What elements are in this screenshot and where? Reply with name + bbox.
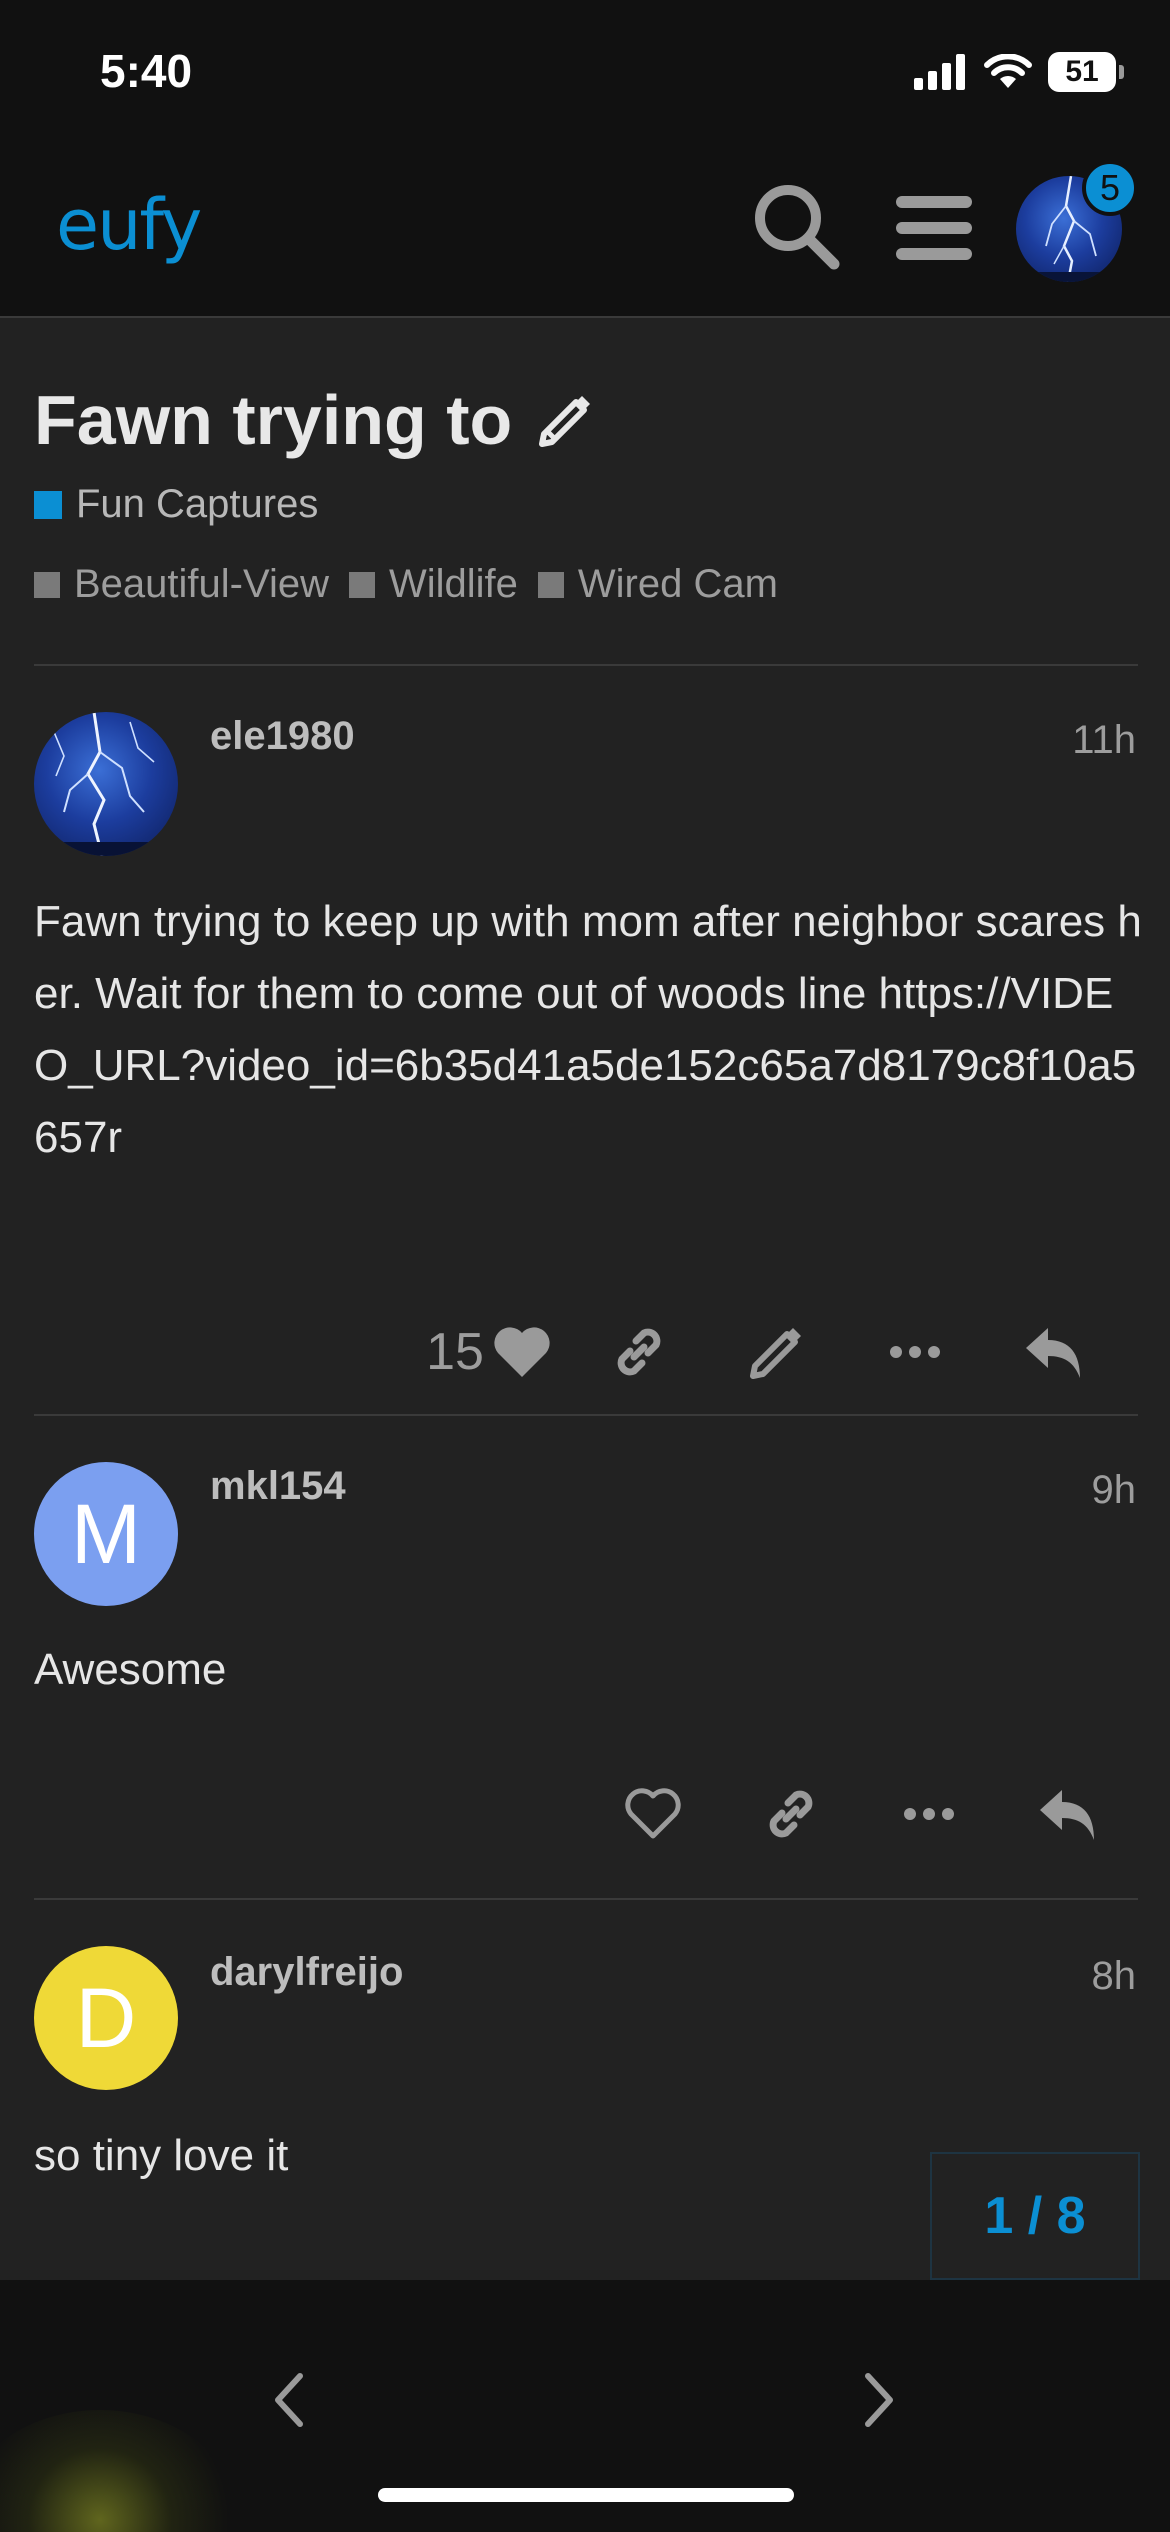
reply-button[interactable]: [984, 1302, 1122, 1402]
signal-icon: [914, 54, 965, 90]
pencil-icon: [750, 1328, 801, 1379]
more-options-button[interactable]: [846, 1302, 984, 1402]
tag-swatch: [34, 571, 60, 598]
tag-label: Wildlife: [388, 562, 518, 606]
like-button[interactable]: 15: [408, 1302, 570, 1402]
back-button[interactable]: [248, 2360, 328, 2440]
notification-badge[interactable]: 5: [1082, 160, 1138, 216]
post-time[interactable]: 8h: [1092, 1954, 1137, 1999]
reply-arrow-icon: [1026, 1328, 1080, 1378]
link-icon: [769, 1790, 813, 1838]
app-header: eufy 5: [0, 140, 1170, 318]
post-avatar[interactable]: M: [34, 1462, 178, 1606]
menu-icon[interactable]: [896, 196, 972, 260]
tag-beautiful-view[interactable]: Beautiful-View: [34, 562, 329, 607]
post-body: Fawn trying to keep up with mom after ne…: [34, 897, 1142, 1162]
post-actions: 15: [408, 1302, 1122, 1402]
post-avatar[interactable]: D: [34, 1946, 178, 2090]
category-label: Fun Captures: [76, 482, 319, 526]
post-avatar[interactable]: [34, 712, 178, 856]
post-username[interactable]: ele1980: [210, 714, 355, 759]
post-actions: [584, 1764, 1136, 1864]
chevron-right-icon: [865, 2373, 893, 2427]
tag-label: Wired Cam: [577, 562, 778, 606]
ellipsis-icon: [904, 1808, 954, 1820]
tag-wildlife[interactable]: Wildlife: [348, 562, 518, 607]
like-count: 15: [426, 1323, 484, 1381]
battery-indicator: 51: [1048, 52, 1124, 92]
category-color-swatch: [34, 490, 62, 519]
divider: [34, 664, 1138, 666]
post-username[interactable]: darylfreijo: [210, 1950, 403, 1995]
post-body: so tiny love it: [34, 2131, 289, 2180]
status-icons: 51: [914, 52, 1124, 92]
topic-title: Fawn trying to: [34, 380, 596, 460]
ellipsis-icon: [890, 1346, 940, 1358]
heart-outline-icon: [625, 1788, 681, 1839]
wifi-icon: [984, 54, 1032, 88]
reply-arrow-icon: [1040, 1790, 1094, 1840]
tag-label: Beautiful-View: [74, 562, 329, 606]
like-button[interactable]: [584, 1764, 722, 1864]
status-bar: 5:40 51: [0, 0, 1170, 140]
avatar-letter: M: [71, 1486, 141, 1581]
post-body: Awesome: [34, 1645, 227, 1694]
more-options-button[interactable]: [860, 1764, 998, 1864]
tag-list: Beautiful-View Wildlife Wired Cam: [34, 562, 778, 607]
search-icon[interactable]: [752, 182, 842, 272]
edit-button[interactable]: [708, 1302, 846, 1402]
tag-swatch: [537, 571, 564, 598]
lightning-image: [34, 712, 178, 856]
tag-wired-cam[interactable]: Wired Cam: [537, 562, 778, 607]
reply-button[interactable]: [998, 1764, 1136, 1864]
divider: [34, 1898, 1138, 1900]
eufy-logo[interactable]: eufy: [56, 184, 202, 266]
topic-progress[interactable]: 1 / 8: [930, 2152, 1140, 2280]
post-time[interactable]: 9h: [1092, 1468, 1137, 1513]
copy-link-button[interactable]: [570, 1302, 708, 1402]
chevron-left-icon: [275, 2373, 303, 2427]
avatar-letter: D: [75, 1970, 137, 2065]
link-icon: [617, 1328, 661, 1376]
heart-icon: [494, 1327, 550, 1377]
background-glow: [0, 2410, 240, 2532]
edit-pencil-icon[interactable]: [536, 390, 596, 450]
topic-title-text: Fawn trying to: [34, 381, 513, 459]
category-link[interactable]: Fun Captures: [34, 482, 318, 527]
divider: [34, 1414, 1138, 1416]
tag-swatch: [348, 571, 375, 598]
status-time: 5:40: [100, 45, 193, 97]
post-username[interactable]: mkl154: [210, 1464, 346, 1509]
post-time[interactable]: 11h: [1072, 718, 1136, 763]
copy-link-button[interactable]: [722, 1764, 860, 1864]
home-indicator[interactable]: [378, 2488, 794, 2502]
forward-button[interactable]: [840, 2360, 920, 2440]
